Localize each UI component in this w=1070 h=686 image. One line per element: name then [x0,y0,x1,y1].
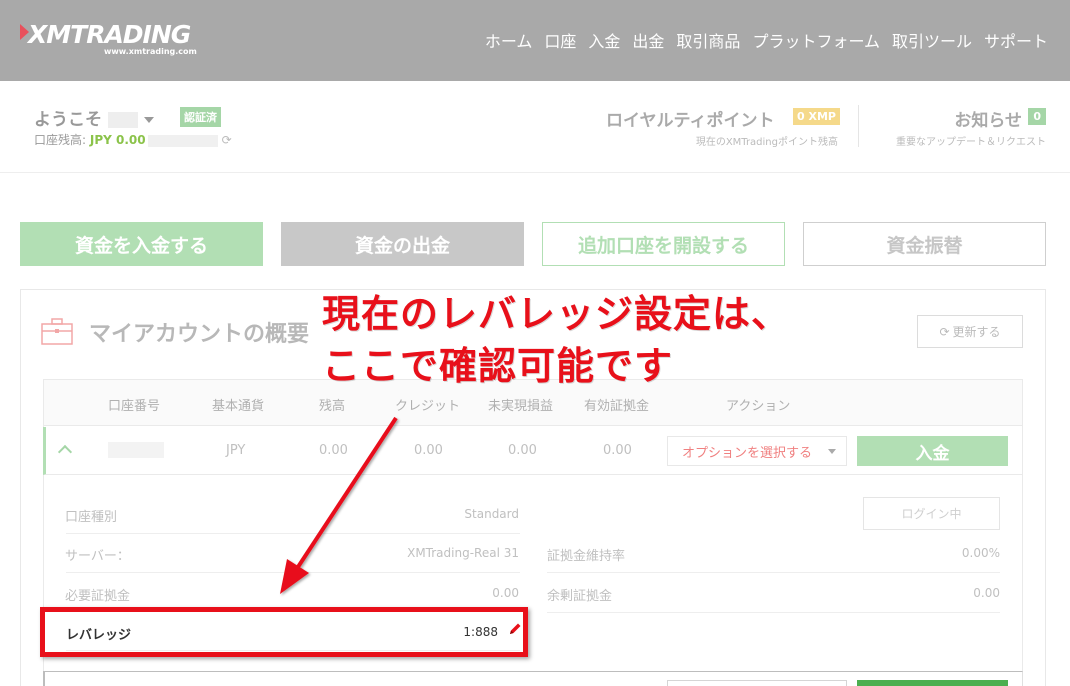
account-type-value: Standard [464,507,519,521]
xmtrading-logo[interactable]: XMTRADING www.xmtrading.com [20,20,210,60]
option-select-label: オプションを選択する [682,445,813,461]
nav-deposit[interactable]: 入金 [588,28,620,52]
top-navigation-bar: XMTRADING www.xmtrading.com ホーム 口座 入金 出金… [0,0,1070,81]
divider [66,650,520,651]
col-action: アクション [726,399,791,414]
option-select-dropdown[interactable]: オプションを選択する [667,436,847,466]
next-row-select[interactable] [667,680,847,686]
divider [547,612,1000,613]
margin-level-value: 0.00% [961,546,1000,560]
free-margin-label: 余剰証拠金 [547,589,613,604]
chevron-down-icon[interactable] [144,117,154,123]
account-number-redacted [108,442,164,458]
nav-support[interactable]: サポート [984,28,1048,52]
nav-account[interactable]: 口座 [544,28,576,52]
leverage-label: レバレッジ [66,628,132,643]
refresh-button[interactable]: ⟳ 更新する [917,315,1023,348]
pencil-icon[interactable] [508,622,522,636]
annotation-line-1: 現在のレバレッジ設定は、 [322,292,791,336]
verified-badge: 認証済 [180,107,221,127]
required-margin-label: 必要証拠金 [65,589,131,604]
refresh-icon: ⟳ [939,324,950,339]
loyalty-subtitle: 現在のXMTradingポイント残高 [695,137,838,148]
nav-products[interactable]: 取引商品 [676,28,740,52]
leverage-value: 1:888 [463,625,498,639]
divider [66,572,520,573]
chevron-down-icon [828,449,836,454]
nav-platform[interactable]: プラットフォーム [752,28,880,52]
balance-redacted [147,134,218,147]
welcome-bar: ようこそ 認証済 口座残高: JPY 0.00 ⟳ ロイヤルティポイント 0 XM… [0,81,1070,173]
col-equity: 有効証拠金 [584,399,650,414]
col-base-currency: 基本通貨 [212,399,265,414]
notice-badge: 0 [1028,108,1046,125]
main-nav: ホーム 口座 入金 出金 取引商品 プラットフォーム 取引ツール サポート [473,28,1048,52]
account-type-label: 口座種別 [65,510,118,525]
divider [66,533,520,534]
row-credit: 0.00 [414,443,443,458]
col-account-number: 口座番号 [108,399,161,414]
xmp-badge: 0 XMP [793,108,840,125]
notice-title[interactable]: お知らせ [954,106,1022,131]
open-additional-account-button[interactable]: 追加口座を開設する [542,222,785,266]
next-row-deposit-button[interactable] [857,680,1008,686]
divider [858,105,859,147]
col-unrealized-pl: 未実現損益 [488,399,554,414]
row-equity: 0.00 [603,443,632,458]
nav-tools[interactable]: 取引ツール [892,28,972,52]
briefcase-icon [41,318,73,345]
required-margin-value: 0.00 [492,586,519,600]
welcome-greeting: ようこそ [34,110,102,130]
refresh-label: 更新する [952,325,1001,339]
balance-value: JPY 0.00 [89,133,146,147]
welcome-user[interactable]: ようこそ [34,105,154,130]
deposit-funds-button[interactable]: 資金を入金する [20,222,263,266]
col-credit: クレジット [395,399,461,414]
logo-subtext: www.xmtrading.com [104,47,197,56]
row-deposit-button[interactable]: 入金 [857,436,1008,466]
account-balance: 口座残高: JPY 0.00 ⟳ [34,131,232,148]
row-currency: JPY [226,443,246,458]
loyalty-points-title[interactable]: ロイヤルティポイント [606,106,774,131]
nav-withdraw[interactable]: 出金 [632,28,664,52]
refresh-icon[interactable]: ⟳ [222,133,232,147]
annotation-line-2: ここで確認可能です [322,344,674,388]
row-balance: 0.00 [319,443,348,458]
server-value: XMTrading-Real 31 [407,546,519,560]
logo-text: XMTRADING [28,20,191,49]
row-unrealized: 0.00 [508,443,537,458]
transfer-funds-button[interactable]: 資金振替 [803,222,1046,266]
free-margin-value: 0.00 [973,586,1000,600]
withdraw-funds-button[interactable]: 資金の出金 [281,222,524,266]
margin-level-label: 証拠金維持率 [547,549,626,564]
username-redacted [108,112,138,128]
panel-title: マイアカウントの概要 [89,322,310,347]
divider [547,572,1000,573]
server-label: サーバー： [65,549,130,564]
notice-subtitle: 重要なアップデート＆リクエスト [896,137,1046,148]
col-balance: 残高 [319,399,346,414]
nav-home[interactable]: ホーム [485,28,533,52]
annotation-text: 現在のレバレッジ設定は、 ここで確認可能です [322,288,842,392]
login-status-button[interactable]: ログイン中 [863,497,1000,530]
balance-label: 口座残高: [34,133,87,147]
